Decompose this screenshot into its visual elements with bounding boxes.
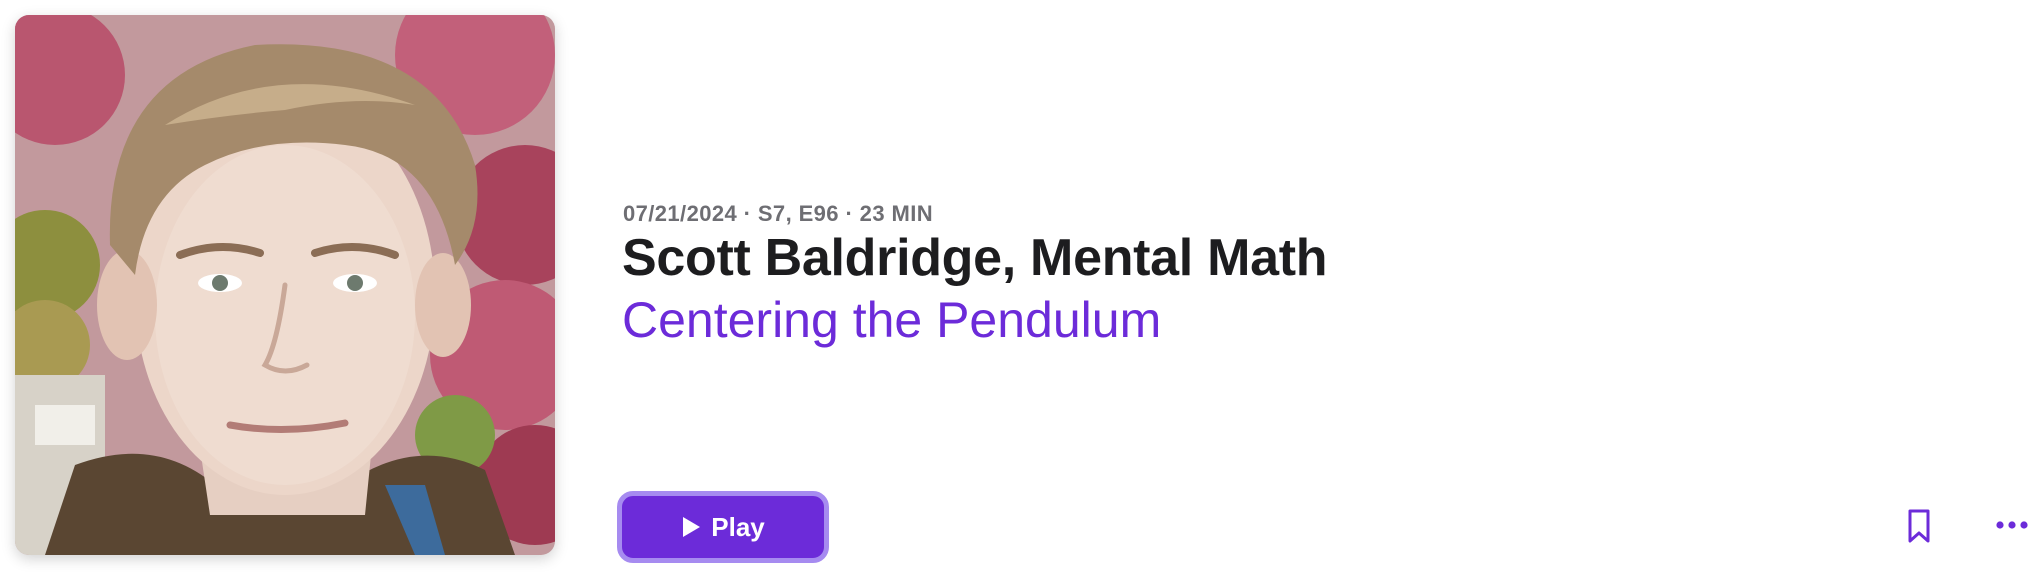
episode-header: 07/21/2024 · S7, E96 · 23 MIN Scott Bald… (0, 0, 2039, 572)
episode-artwork-portrait (15, 15, 555, 555)
play-icon (683, 517, 701, 537)
episode-title: Scott Baldridge, Mental Math (622, 229, 1328, 287)
bookmark-button[interactable] (1902, 506, 1936, 546)
episode-artwork[interactable] (15, 15, 555, 555)
more-options-button[interactable] (1992, 515, 2032, 535)
bookmark-icon (1908, 509, 1930, 543)
play-button-label: Play (711, 511, 765, 542)
play-button[interactable]: Play (617, 491, 829, 563)
show-name-link[interactable]: Centering the Pendulum (622, 291, 1161, 349)
episode-meta: 07/21/2024 · S7, E96 · 23 MIN (623, 201, 933, 226)
ellipsis-icon (1996, 521, 2028, 529)
